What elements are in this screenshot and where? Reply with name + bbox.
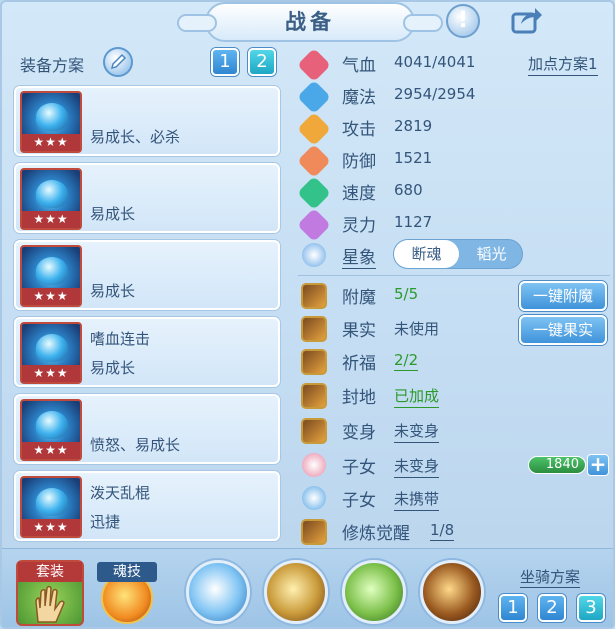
equipment-gem-icon (36, 180, 68, 208)
feature-label: 封地 (342, 388, 376, 408)
blade-skill-icon[interactable] (342, 560, 406, 624)
equipment-card[interactable]: ★★★ 泼天乱棍迅捷 (14, 471, 280, 541)
equipment-card[interactable]: ★★★ 易成长 (14, 163, 280, 233)
child-exp-bar: 1840 (528, 456, 586, 474)
equipment-gem-icon (36, 411, 68, 439)
star-option-duanhun[interactable]: 断魂 (394, 240, 459, 268)
set-label: 套装 (18, 562, 82, 582)
equipment-gem-icon (36, 334, 68, 362)
fruit-icon (301, 316, 327, 342)
hand-icon (35, 585, 65, 623)
set-slot[interactable]: 套装 (16, 560, 84, 626)
equipment-traits: 易成长 (90, 359, 136, 377)
stat-label: 防御 (342, 152, 376, 172)
equipment-card[interactable]: ★★★ 易成长 (14, 240, 280, 310)
stat-label: 气血 (342, 56, 376, 76)
child-paw-icon (302, 486, 326, 510)
equipment-traits: 易成长 (90, 282, 136, 300)
star-rating: ★★★ (22, 211, 80, 228)
feature-label: 祈福 (342, 354, 376, 374)
equipment-icon: ★★★ (20, 91, 82, 153)
page-title: 战备 (177, 2, 443, 42)
feature-value: 5/5 (394, 285, 419, 303)
star-rating: ★★★ (22, 365, 80, 382)
fist-skill-icon[interactable] (186, 560, 250, 624)
feature-label: 子女 (342, 458, 376, 478)
one-key-enchant-button[interactable]: 一键附魔 (519, 281, 607, 311)
equip-plan-tab-1[interactable]: 1 (211, 48, 239, 76)
equipment-icon: ★★★ (20, 168, 82, 230)
stat-label: 灵力 (342, 216, 376, 236)
blessing-icon (301, 349, 327, 375)
stat-label: 魔法 (342, 88, 376, 108)
equipment-special-skill: 嗜血连击 (90, 330, 151, 348)
info-exclamation-icon[interactable]: ! (446, 4, 480, 38)
feature-value: 未使用 (394, 320, 440, 338)
stat-label: 攻击 (342, 120, 376, 140)
section-divider (298, 275, 610, 276)
stat-value: 1521 (394, 149, 433, 167)
equipment-gem-icon (36, 257, 68, 285)
stat-value: 680 (394, 181, 423, 199)
one-key-fruit-button[interactable]: 一键果实 (519, 315, 607, 345)
equipment-card[interactable]: ★★★ 嗜血连击易成长 (14, 317, 280, 387)
feature-value[interactable]: 未携带 (394, 488, 440, 511)
equipment-card[interactable]: ★★★ 易成长、必杀 (14, 86, 280, 156)
feature-value[interactable]: 1/8 (430, 521, 455, 541)
star-option-taoguang[interactable]: 韬光 (459, 240, 524, 268)
equipment-gem-icon (36, 103, 68, 131)
stat-value: 2819 (394, 117, 433, 135)
stat-value: 2954/2954 (394, 85, 476, 103)
feature-label: 附魔 (342, 288, 376, 308)
mount-plan-label[interactable]: 坐骑方案 (520, 566, 581, 588)
mount-tab-3[interactable]: 3 (577, 594, 605, 622)
equipment-gem-icon (36, 488, 68, 516)
feature-value[interactable]: 2/2 (394, 351, 419, 371)
stat-value: 1127 (394, 213, 433, 231)
feature-label: 变身 (342, 423, 376, 443)
star-constellation-icon (302, 243, 326, 267)
feature-value[interactable]: 未变身 (394, 420, 440, 443)
equipment-traits: 易成长、必杀 (90, 128, 181, 146)
child-girl-icon (302, 453, 326, 477)
fief-icon (301, 383, 327, 409)
equipment-card[interactable]: ★★★ 愤怒、易成长 (14, 394, 280, 464)
mount-tab-2[interactable]: 2 (538, 594, 566, 622)
feature-value[interactable]: 未变身 (394, 455, 440, 478)
enchant-icon (301, 283, 327, 309)
equipment-icon: ★★★ (20, 322, 82, 384)
equipment-icon: ★★★ (20, 245, 82, 307)
star-rating: ★★★ (22, 288, 80, 305)
stat-value: 4041/4041 (394, 53, 476, 71)
soul-skill-slot[interactable]: 魂技 (97, 560, 157, 624)
feature-label: 修炼觉醒 (342, 524, 410, 544)
soul-skill-label: 魂技 (97, 562, 157, 582)
equipment-traits: 迅捷 (90, 513, 121, 531)
star-rating: ★★★ (22, 442, 80, 459)
mount-tab-1[interactable]: 1 (499, 594, 527, 622)
edit-pencil-icon[interactable] (103, 47, 133, 77)
warrior-skill-icon[interactable] (420, 560, 484, 624)
equipment-traits: 易成长 (90, 205, 136, 223)
staff-skill-icon[interactable] (264, 560, 328, 624)
equipment-icon: ★★★ (20, 476, 82, 538)
equip-plan-tab-2[interactable]: 2 (248, 48, 276, 76)
equipment-traits: 愤怒、易成长 (90, 436, 181, 454)
transform-icon (301, 418, 327, 444)
equipment-special-skill: 泼天乱棍 (90, 484, 151, 502)
star-rating: ★★★ (22, 519, 80, 536)
star-label[interactable]: 星象 (342, 243, 376, 269)
star-toggle[interactable]: 断魂 韬光 (393, 239, 523, 269)
feature-label: 果实 (342, 321, 376, 341)
equipment-icon: ★★★ (20, 399, 82, 461)
star-rating: ★★★ (22, 134, 80, 151)
stat-label: 速度 (342, 184, 376, 204)
feature-label: 子女 (342, 491, 376, 511)
feature-value[interactable]: 已加成 (394, 385, 440, 408)
share-icon[interactable] (509, 4, 543, 38)
cultivation-icon (301, 519, 327, 545)
equip-plan-label: 装备方案 (20, 56, 85, 75)
add-point-plan-link[interactable]: 加点方案1 (528, 53, 598, 76)
add-plus-button[interactable]: + (587, 454, 609, 476)
